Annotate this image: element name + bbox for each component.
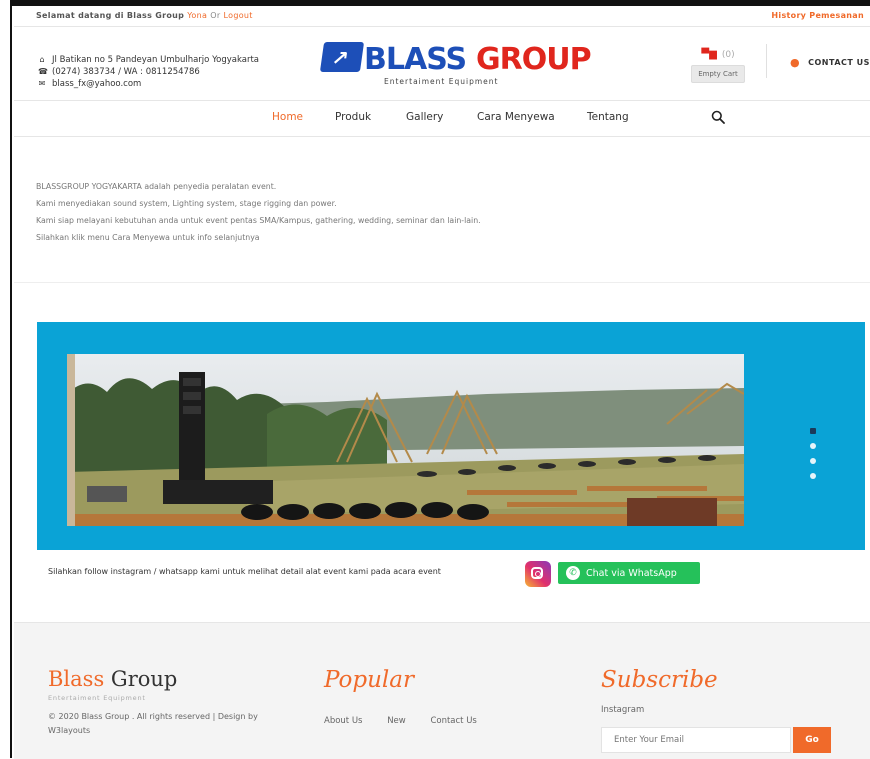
- footer-brand-subtitle: Entertaiment Equipment: [48, 694, 146, 702]
- slider-dot[interactable]: [810, 458, 816, 464]
- address-row: ⌂ Jl Batikan no 5 Pandeyan Umbulharjo Yo…: [38, 54, 259, 66]
- top-bar: Selamat datang di Blass Group Yona Or Lo…: [14, 6, 870, 27]
- site-header: ⌂ Jl Batikan no 5 Pandeyan Umbulharjo Yo…: [14, 26, 870, 101]
- footer-link-about-us[interactable]: About Us: [324, 716, 362, 726]
- user-link[interactable]: Yona: [187, 11, 207, 20]
- footer-subscribe-heading: Subscribe: [601, 667, 718, 693]
- whatsapp-icon: ✆: [566, 566, 580, 580]
- phone-icon: ☎: [38, 67, 48, 76]
- cart-count: (0): [721, 50, 735, 60]
- slider-dot[interactable]: [810, 473, 816, 479]
- follow-text: Silahkan follow instagram / whatsapp kam…: [48, 567, 441, 576]
- logout-link[interactable]: Logout: [224, 11, 253, 20]
- cart-widget[interactable]: ▀▆ (0) Empty Cart: [690, 42, 746, 83]
- footer-popular-links: About Us New Contact Us: [324, 716, 499, 726]
- page: Selamat datang di Blass Group Yona Or Lo…: [14, 6, 870, 759]
- contact-us-link[interactable]: ● CONTACT US: [790, 56, 870, 69]
- envelope-icon: ✉: [38, 79, 46, 88]
- welcome-label: Selamat datang di Blass Group: [36, 11, 185, 20]
- contact-info: ⌂ Jl Batikan no 5 Pandeyan Umbulharjo Yo…: [38, 54, 259, 90]
- instagram-icon[interactable]: [525, 561, 551, 587]
- logo-tagline: Entertaiment Equipment: [384, 77, 499, 86]
- footer-link-contact-us[interactable]: Contact Us: [430, 716, 476, 726]
- intro-text: BLASSGROUP YOGYAKARTA adalah penyedia pe…: [36, 178, 481, 246]
- history-link[interactable]: History Pemesanan: [771, 11, 864, 20]
- intro-line-2: Kami menyediakan sound system, Lighting …: [36, 199, 337, 208]
- slider-dot[interactable]: [810, 428, 816, 434]
- contact-us-label: CONTACT US: [808, 58, 870, 67]
- section-divider: [14, 282, 870, 283]
- footer-instagram-label: Instagram: [601, 705, 645, 715]
- copyright-line-2[interactable]: W3layouts: [48, 726, 90, 735]
- phone-text: (0274) 383734 / WA : 0811254786: [52, 67, 200, 77]
- logo-text-blass: BLASS: [364, 42, 467, 77]
- intro-line-4: Silahkan klik menu Cara Menyewa untuk in…: [36, 233, 260, 242]
- map-pin-icon: ●: [790, 56, 801, 69]
- window-frame-left: [0, 0, 12, 758]
- footer-brand-group: Group: [110, 667, 178, 691]
- footer-brand-blass: Blass: [48, 667, 105, 691]
- event-venue-photo: [67, 354, 744, 526]
- main-nav: Home Produk Gallery Cara Menyewa Tentang: [14, 100, 870, 137]
- whatsapp-chat-button[interactable]: ✆ Chat via WhatsApp: [558, 562, 700, 584]
- email-row: ✉ blass_fx@yahoo.com: [38, 78, 259, 90]
- phone-row: ☎ (0274) 383734 / WA : 0811254786: [38, 66, 259, 78]
- footer-popular-heading: Popular: [324, 667, 414, 693]
- logo-text-group: GROUP: [476, 42, 592, 77]
- slide-image-event-venue: [67, 354, 744, 526]
- intro-line-3: Kami siap melayani kebutuhan anda untuk …: [36, 216, 481, 225]
- nav-item-home[interactable]: Home: [272, 111, 303, 123]
- home-icon: ⌂: [39, 55, 45, 64]
- nav-item-cara-menyewa[interactable]: Cara Menyewa: [477, 111, 555, 123]
- site-footer: Blass Group Entertaiment Equipment © 202…: [14, 622, 870, 759]
- welcome-text: Selamat datang di Blass Group Yona Or Lo…: [36, 11, 253, 20]
- subscribe-email-input[interactable]: [601, 727, 791, 753]
- nav-item-gallery[interactable]: Gallery: [406, 111, 443, 123]
- logo-mark-icon: ↗: [319, 42, 365, 72]
- header-divider: [766, 44, 767, 78]
- or-text: Or: [210, 11, 221, 20]
- copyright-line-1: © 2020 Blass Group . All rights reserved…: [48, 712, 258, 721]
- empty-cart-button[interactable]: Empty Cart: [691, 65, 745, 83]
- subscribe-go-button[interactable]: Go: [793, 727, 831, 753]
- blass-group-logo[interactable]: ↗ BLASS GROUP Entertaiment Equipment: [319, 42, 592, 88]
- intro-line-1: BLASSGROUP YOGYAKARTA adalah penyedia pe…: [36, 182, 277, 191]
- search-icon[interactable]: [711, 110, 725, 124]
- footer-link-new[interactable]: New: [387, 716, 406, 726]
- whatsapp-label: Chat via WhatsApp: [586, 567, 677, 579]
- footer-copyright: © 2020 Blass Group . All rights reserved…: [48, 710, 308, 738]
- slider-dot[interactable]: [810, 443, 816, 449]
- nav-item-produk[interactable]: Produk: [335, 111, 371, 123]
- email-text: blass_fx@yahoo.com: [52, 79, 142, 89]
- footer-brand: Blass Group: [48, 667, 177, 691]
- cart-icon: ▀▆: [701, 49, 717, 60]
- slider-dots: [810, 428, 818, 488]
- address-text: Jl Batikan no 5 Pandeyan Umbulharjo Yogy…: [52, 55, 259, 65]
- nav-item-tentang[interactable]: Tentang: [587, 111, 629, 123]
- image-slider[interactable]: [37, 322, 865, 550]
